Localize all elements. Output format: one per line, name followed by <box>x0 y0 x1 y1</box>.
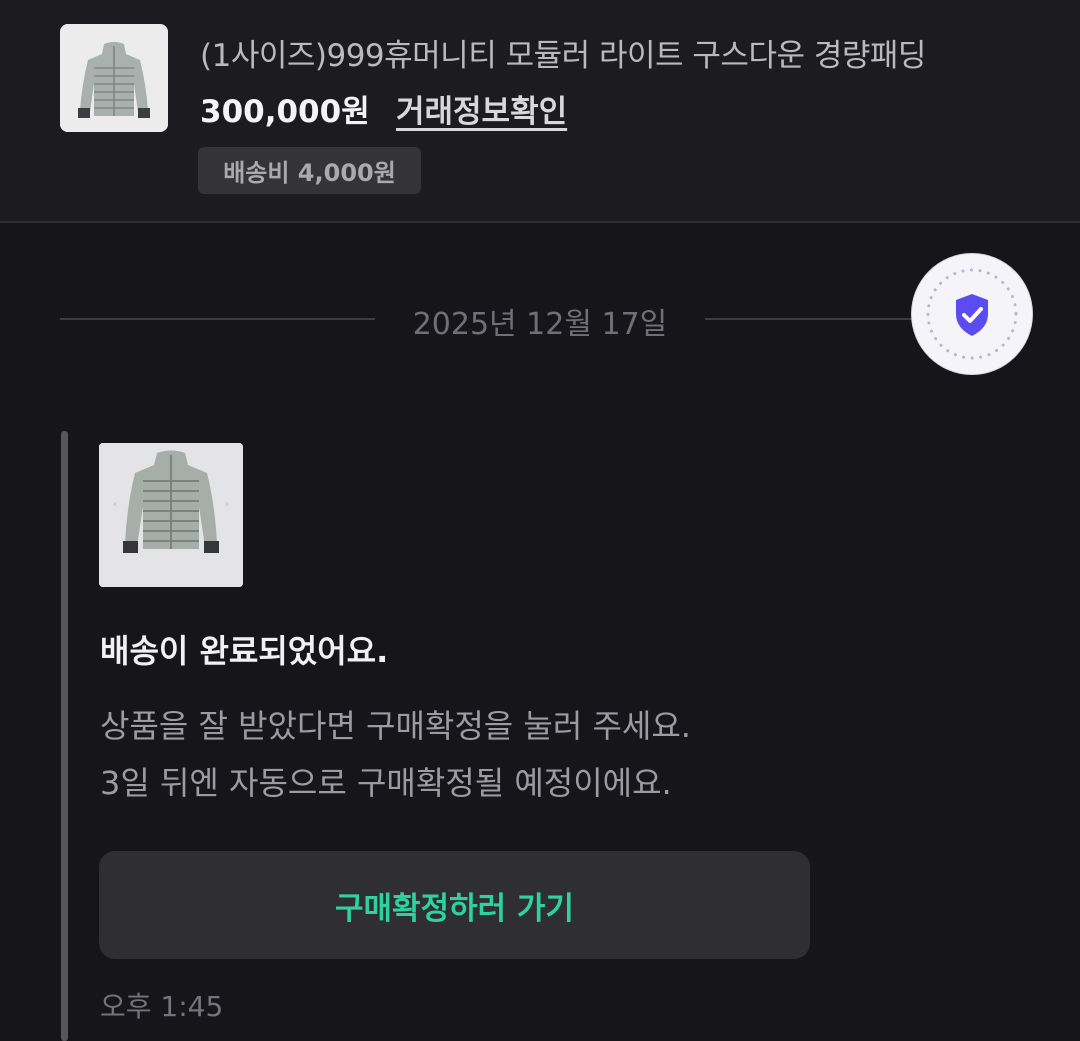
date-divider-left <box>60 318 375 320</box>
product-thumbnail[interactable] <box>60 24 168 132</box>
message-accent-bar <box>61 431 68 1041</box>
shipping-fee-badge: 배송비 4,000원 <box>198 147 421 194</box>
secure-payment-button[interactable] <box>912 254 1032 374</box>
message-title: 배송이 완료되었어요. <box>100 632 389 670</box>
puffer-jacket-image: ‹ › <box>99 443 243 587</box>
svg-text:‹: ‹ <box>113 499 117 510</box>
message-product-image[interactable]: ‹ › <box>99 443 243 587</box>
svg-text:›: › <box>225 499 229 510</box>
shield-check-icon <box>926 268 1018 360</box>
message-body-line-2: 3일 뒤엔 자동으로 구매확정될 예정이에요. <box>100 764 672 802</box>
product-title: (1사이즈)999휴머니티 모듈러 라이트 구스다운 경량패딩 <box>200 38 926 74</box>
message-body-line-1: 상품을 잘 받았다면 구매확정을 눌러 주세요. <box>100 707 691 745</box>
puffer-jacket-image <box>60 24 168 132</box>
confirm-purchase-label: 구매확정하러 가기 <box>335 890 574 927</box>
trade-info-link[interactable]: 거래정보확인 <box>396 86 567 131</box>
date-divider-right <box>705 318 915 320</box>
product-price: 300,000원 <box>200 94 370 130</box>
message-timestamp: 오후 1:45 <box>100 990 224 1023</box>
confirm-purchase-button[interactable]: 구매확정하러 가기 <box>99 851 810 959</box>
product-header: (1사이즈)999휴머니티 모듈러 라이트 구스다운 경량패딩 300,000원… <box>0 0 1080 223</box>
chat-date: 2025년 12월 17일 <box>412 307 668 342</box>
